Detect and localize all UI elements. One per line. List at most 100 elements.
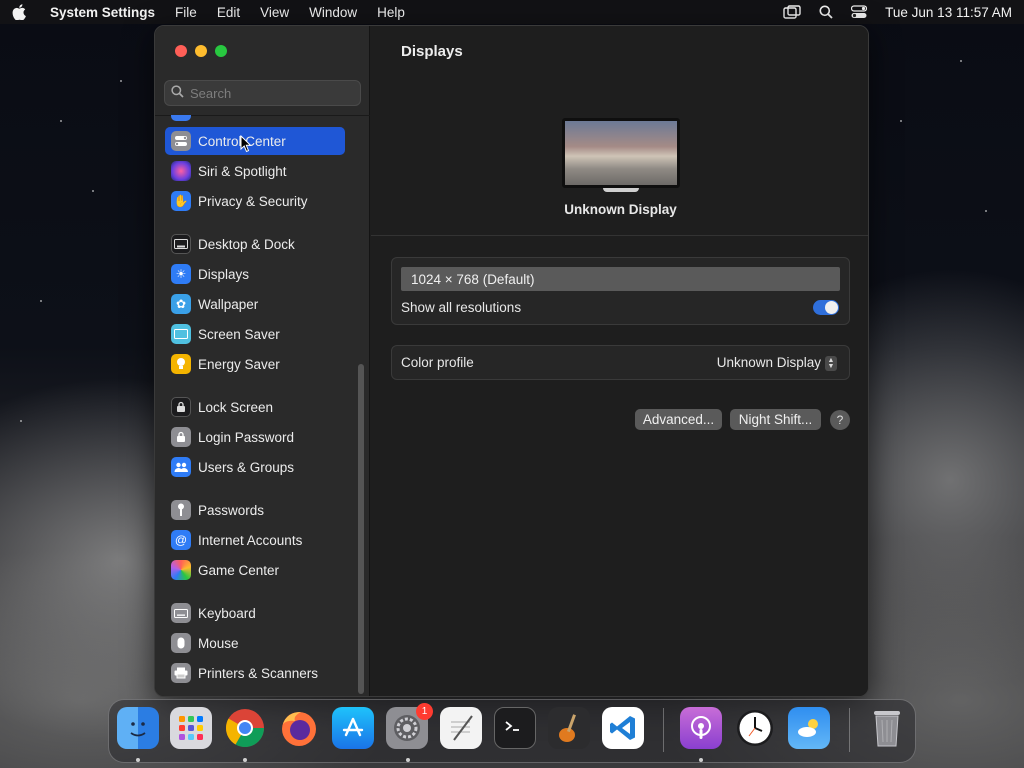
- sidebar: Control Center Siri & Spotlight ✋ Privac…: [155, 26, 370, 696]
- content-divider: [371, 235, 868, 236]
- sidebar-item-wallpaper[interactable]: ✿ Wallpaper: [165, 290, 345, 318]
- sidebar-item-passwords[interactable]: Passwords: [165, 496, 345, 524]
- menu-app-name[interactable]: System Settings: [50, 5, 155, 20]
- menu-file[interactable]: File: [175, 5, 197, 20]
- sidebar-item-label: Displays: [198, 266, 250, 282]
- printer-icon: [171, 663, 191, 683]
- sidebar-item-displays[interactable]: ☀ Displays: [165, 260, 345, 288]
- firefox-icon[interactable]: [278, 707, 320, 749]
- sidebar-item-label: Energy Saver: [198, 356, 280, 372]
- finder-icon[interactable]: [117, 707, 159, 749]
- show-all-resolutions-label: Show all resolutions: [401, 300, 522, 315]
- display-stand: [603, 188, 639, 192]
- show-all-resolutions-toggle[interactable]: [813, 300, 839, 315]
- mouse-cursor-icon: [240, 134, 252, 156]
- spotlight-search-icon[interactable]: [819, 5, 833, 19]
- displays-pane: Displays Unknown Display 1024 × 768 (Def…: [371, 26, 868, 696]
- sun-icon: ☀: [171, 264, 191, 284]
- resolution-card: 1024 × 768 (Default) Show all resolution…: [391, 257, 850, 325]
- padlock-icon: [171, 427, 191, 447]
- search-input[interactable]: [190, 85, 350, 101]
- display-thumbnail[interactable]: [562, 118, 680, 193]
- launchpad-icon[interactable]: [170, 707, 212, 749]
- sidebar-item-login-password[interactable]: Login Password: [165, 423, 345, 451]
- sidebar-item-keyboard[interactable]: Keyboard: [165, 599, 345, 627]
- trash-icon[interactable]: [866, 707, 908, 749]
- sidebar-item-label: Mouse: [198, 635, 239, 651]
- sidebar-item-label: Printers & Scanners: [198, 665, 319, 681]
- help-button[interactable]: ?: [830, 410, 850, 430]
- advanced-button[interactable]: Advanced...: [635, 409, 722, 430]
- sidebar-item-internet-accounts[interactable]: @ Internet Accounts: [165, 526, 345, 554]
- sidebar-item-label: Users & Groups: [198, 459, 295, 475]
- dock-separator: [663, 708, 664, 752]
- sidebar-item-label: Passwords: [198, 502, 265, 518]
- sidebar-item-label: Privacy & Security: [198, 193, 308, 209]
- hand-icon: ✋: [171, 191, 191, 211]
- minimize-window-button[interactable]: [195, 45, 207, 57]
- dock-icon: [171, 234, 191, 254]
- sidebar-item-label: Siri & Spotlight: [198, 163, 287, 179]
- game-center-icon: [171, 560, 191, 580]
- screen-saver-icon: [171, 324, 191, 344]
- sidebar-item-label: Desktop & Dock: [198, 236, 295, 252]
- screen-mirroring-icon[interactable]: [783, 5, 801, 19]
- sidebar-item-users-groups[interactable]: Users & Groups: [165, 453, 345, 481]
- sidebar-item-siri-spotlight[interactable]: Siri & Spotlight: [165, 157, 345, 185]
- close-window-button[interactable]: [175, 45, 187, 57]
- sidebar-item-lock-screen[interactable]: Lock Screen: [165, 393, 345, 421]
- chrome-icon[interactable]: [224, 707, 266, 749]
- keyboard-icon: [171, 603, 191, 623]
- sidebar-item-energy-saver[interactable]: Energy Saver: [165, 350, 345, 378]
- sidebar-item-privacy-security[interactable]: ✋ Privacy & Security: [165, 187, 345, 215]
- app-store-icon[interactable]: [332, 707, 374, 749]
- sidebar-item-desktop-dock[interactable]: Desktop & Dock: [165, 230, 345, 258]
- weather-icon[interactable]: [788, 707, 830, 749]
- display-name: Unknown Display: [564, 202, 677, 217]
- sidebar-scrollbar[interactable]: [358, 364, 365, 694]
- finder-running-indicator: [136, 758, 140, 762]
- sidebar-item-game-center[interactable]: Game Center: [165, 556, 345, 584]
- sidebar-item-control-center[interactable]: Control Center: [165, 127, 345, 155]
- night-shift-button[interactable]: Night Shift...: [730, 409, 821, 430]
- color-profile-popup-arrows-icon[interactable]: ▲ ▼: [825, 356, 837, 371]
- page-title: Displays: [401, 43, 463, 60]
- vscode-icon[interactable]: [602, 707, 644, 749]
- at-icon: @: [171, 530, 191, 550]
- control-center-menu-icon[interactable]: [851, 5, 868, 19]
- sidebar-scrollbar-thumb[interactable]: [358, 364, 364, 694]
- terminal-icon[interactable]: [494, 707, 536, 749]
- menu-window[interactable]: Window: [309, 5, 357, 20]
- apple-menu-icon[interactable]: [12, 4, 30, 20]
- system-settings-window: Control Center Siri & Spotlight ✋ Privac…: [154, 25, 869, 697]
- sidebar-item-printers-scanners[interactable]: Printers & Scanners: [165, 659, 345, 687]
- menu-edit[interactable]: Edit: [217, 5, 240, 20]
- sidebar-item-screen-saver[interactable]: Screen Saver: [165, 320, 345, 348]
- system-settings-icon[interactable]: 1: [386, 703, 433, 749]
- flower-icon: ✿: [171, 294, 191, 314]
- color-profile-label: Color profile: [401, 355, 474, 370]
- dock: 1: [108, 699, 916, 763]
- podcasts-icon[interactable]: [680, 707, 722, 749]
- sidebar-item-label: Wallpaper: [198, 296, 259, 312]
- clock-icon[interactable]: [734, 707, 776, 749]
- sidebar-item-label: Keyboard: [198, 605, 256, 621]
- menu-help[interactable]: Help: [377, 5, 405, 20]
- zoom-window-button[interactable]: [215, 45, 227, 57]
- sidebar-item-label: Lock Screen: [198, 399, 274, 415]
- users-icon: [171, 457, 191, 477]
- resolution-option[interactable]: 1024 × 768 (Default): [401, 267, 840, 291]
- textedit-icon[interactable]: [440, 707, 482, 749]
- color-profile-value[interactable]: Unknown Display: [717, 355, 821, 370]
- key-icon: [171, 500, 191, 520]
- menu-view[interactable]: View: [260, 5, 289, 20]
- menu-clock[interactable]: Tue Jun 13 11:57 AM: [885, 5, 1012, 20]
- color-profile-card: Color profile Unknown Display ▲ ▼: [391, 345, 850, 380]
- dock-separator-trash: [849, 708, 850, 752]
- sidebar-item-label: Screen Saver: [198, 326, 280, 342]
- garageband-icon[interactable]: [548, 707, 590, 749]
- sidebar-item-mouse[interactable]: Mouse: [165, 629, 345, 657]
- partial-sidebar-icon: [171, 115, 191, 121]
- search-field[interactable]: [164, 80, 361, 106]
- podcasts-running-indicator: [699, 758, 703, 762]
